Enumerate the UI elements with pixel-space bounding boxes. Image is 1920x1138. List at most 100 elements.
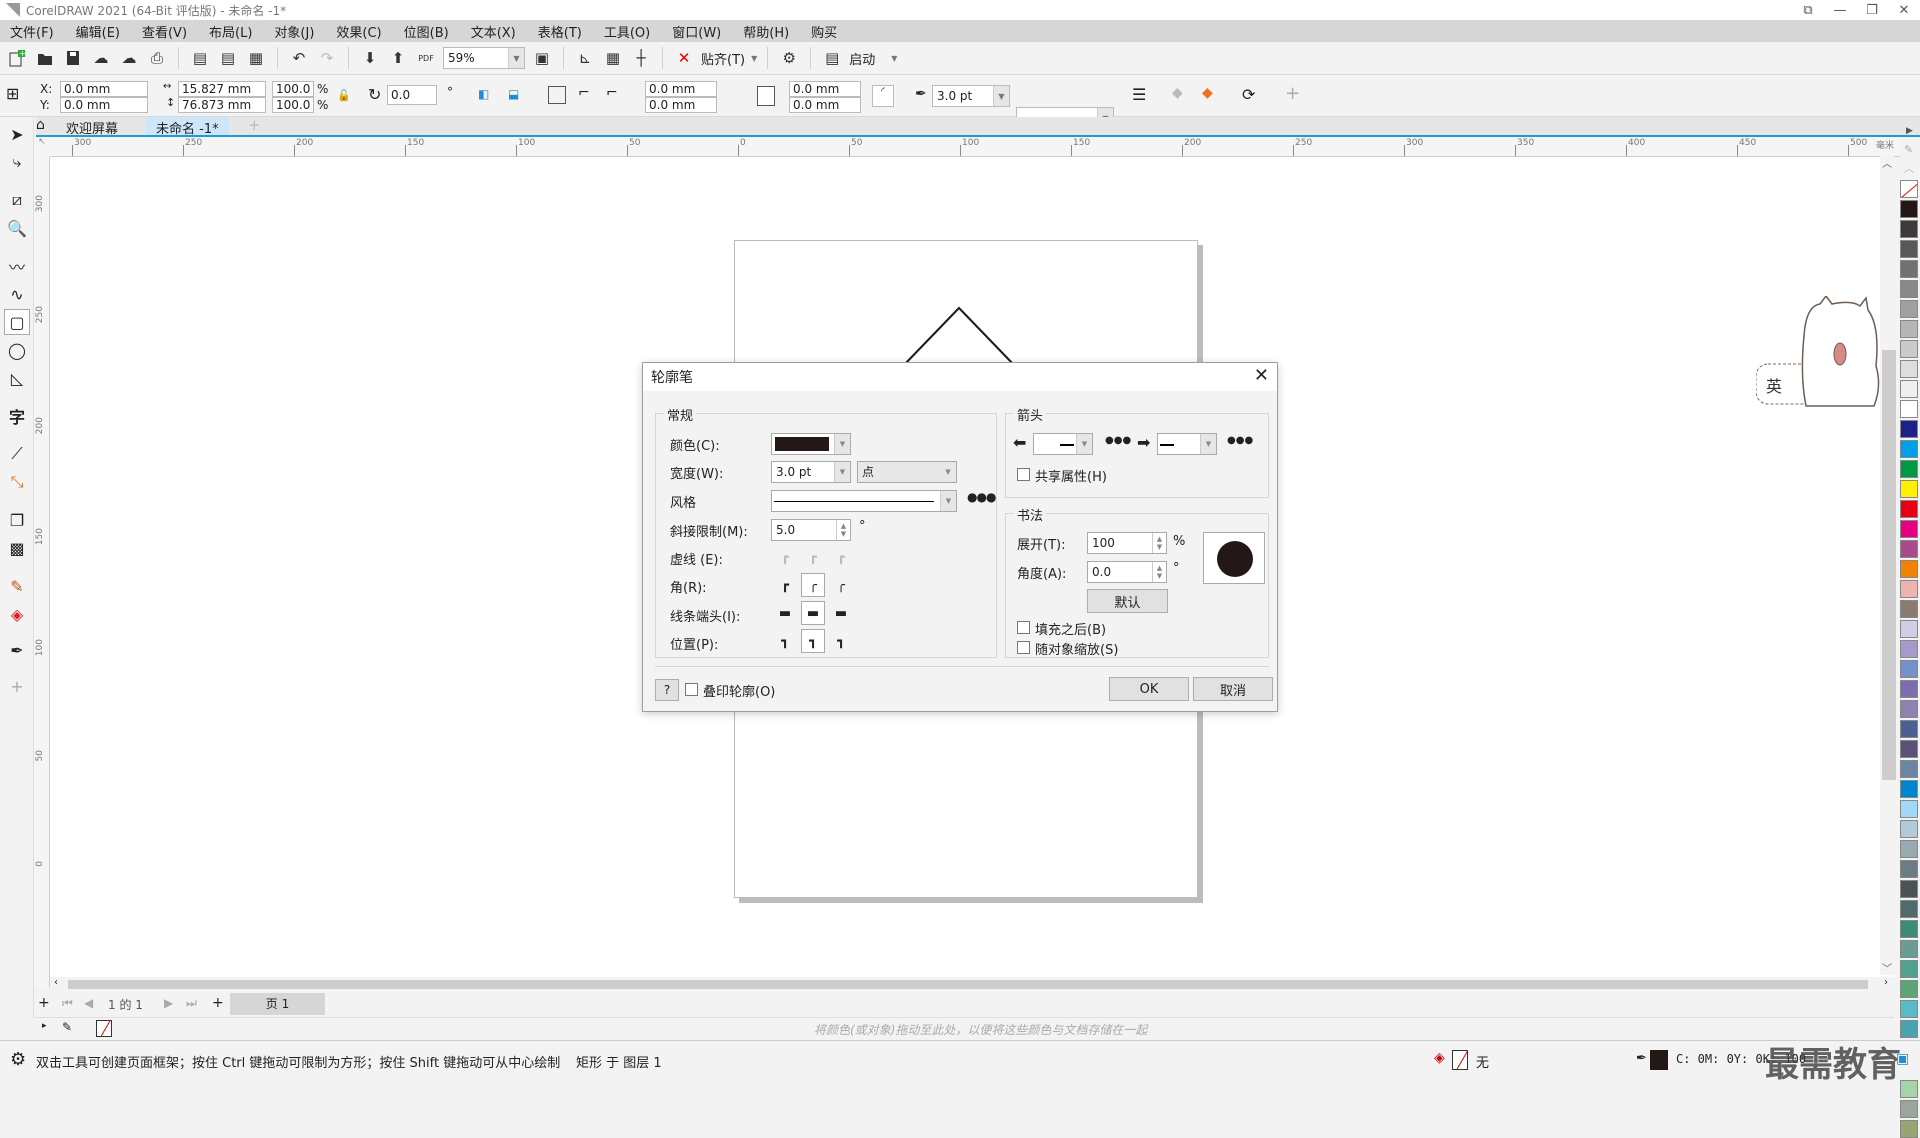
- add-tool-icon[interactable]: +: [4, 673, 30, 699]
- palette-swatch[interactable]: [1900, 320, 1918, 338]
- tab-welcome-screen[interactable]: 欢迎屏幕: [56, 117, 128, 137]
- palette-swatch[interactable]: [1900, 460, 1918, 478]
- chamfered-corner-icon[interactable]: ⌐: [606, 85, 618, 101]
- corner-radius-top-left-input[interactable]: 0.0 mm: [645, 81, 717, 97]
- outline-color-swatch[interactable]: [1650, 1050, 1668, 1070]
- palette-swatch[interactable]: [1900, 640, 1918, 658]
- behind-fill-checkbox[interactable]: [1017, 621, 1030, 634]
- object-width-input[interactable]: 15.827 mm: [178, 81, 266, 97]
- import-icon[interactable]: ⬇: [359, 47, 381, 69]
- eyedropper-icon[interactable]: ✎: [62, 1020, 72, 1034]
- nib-angle-input[interactable]: 0.0 ▲ ▼: [1087, 561, 1167, 583]
- object-height-input[interactable]: 76.873 mm: [178, 97, 266, 113]
- restore-panel-icon[interactable]: ⧉: [1792, 0, 1824, 20]
- print-icon[interactable]: ⎙: [146, 47, 168, 69]
- scrollbar-thumb[interactable]: [1882, 350, 1896, 780]
- relative-corner-scaling-icon[interactable]: ◜: [872, 85, 894, 107]
- convert-to-curves-icon[interactable]: ⟳: [1242, 85, 1255, 104]
- rotation-angle-input[interactable]: 0.0: [387, 85, 437, 105]
- dialog-close-button[interactable]: ✕: [1254, 365, 1269, 386]
- menu-tools[interactable]: 工具(O): [604, 22, 650, 41]
- new-document-icon[interactable]: +: [6, 47, 28, 69]
- palette-swatch[interactable]: [1900, 740, 1918, 758]
- polygon-tool-icon[interactable]: ◺: [4, 365, 30, 391]
- palette-swatch[interactable]: [1900, 380, 1918, 398]
- palette-swatch[interactable]: [1900, 760, 1918, 778]
- center-position-icon[interactable]: ┓: [801, 629, 825, 653]
- nib-shape-preview[interactable]: [1203, 532, 1265, 584]
- prev-page-icon[interactable]: ◀: [84, 996, 93, 1010]
- menu-window[interactable]: 窗口(W): [672, 22, 721, 41]
- chevron-down-icon[interactable]: ▼: [891, 54, 897, 63]
- eyedropper-icon[interactable]: ✎: [4, 573, 30, 599]
- lock-ratio-icon[interactable]: 🔓: [337, 89, 351, 102]
- palette-swatch[interactable]: [1900, 840, 1918, 858]
- scrollbar-thumb[interactable]: [68, 980, 1868, 989]
- bevel-corner-icon[interactable]: ╭: [829, 573, 853, 597]
- ok-button[interactable]: OK: [1109, 677, 1189, 701]
- next-page-icon[interactable]: ▶: [164, 996, 173, 1010]
- palette-swatch[interactable]: [1900, 1020, 1918, 1038]
- line-style-combo[interactable]: ▼: [771, 490, 957, 512]
- palette-swatch[interactable]: [1900, 980, 1918, 998]
- save-icon[interactable]: [62, 47, 84, 69]
- no-fill-swatch[interactable]: [96, 1020, 112, 1037]
- palette-swatch[interactable]: [1900, 300, 1918, 318]
- add-icon[interactable]: +: [1285, 83, 1300, 104]
- inside-position-icon[interactable]: ┓: [829, 629, 853, 653]
- palette-swatch[interactable]: [1900, 940, 1918, 958]
- snap-to-menu[interactable]: 贴齐(T): [701, 49, 745, 68]
- minimize-button[interactable]: —: [1824, 0, 1856, 20]
- palette-swatch[interactable]: [1900, 1080, 1918, 1098]
- menu-help[interactable]: 帮助(H): [743, 22, 789, 41]
- palette-swatch[interactable]: [1900, 220, 1918, 238]
- share-attributes-checkbox[interactable]: [1017, 468, 1030, 481]
- ime-cat-widget[interactable]: 英: [1755, 294, 1886, 411]
- x-position-input[interactable]: 0.0 mm: [60, 81, 148, 97]
- scale-height-input[interactable]: 100.0: [272, 97, 314, 113]
- palette-swatch[interactable]: [1900, 340, 1918, 358]
- add-page-before-icon[interactable]: +: [38, 995, 50, 1011]
- palette-swatch[interactable]: [1900, 700, 1918, 718]
- palette-swatch[interactable]: [1900, 1100, 1918, 1118]
- dash-fixed-icon[interactable]: ┏: [829, 545, 853, 569]
- palette-swatch[interactable]: [1900, 680, 1918, 698]
- palette-swatch[interactable]: [1900, 1000, 1918, 1018]
- scroll-up-icon[interactable]: ︿: [1880, 155, 1894, 170]
- menu-buy[interactable]: 购买: [811, 22, 837, 41]
- palette-flyout-icon[interactable]: ▶: [1906, 126, 1913, 136]
- ruler-origin-icon[interactable]: ↖: [34, 137, 50, 157]
- pdf-icon[interactable]: PDF: [415, 47, 437, 69]
- palette-swatch[interactable]: [1900, 480, 1918, 498]
- palette-swatch[interactable]: [1900, 720, 1918, 738]
- full-screen-icon[interactable]: ▣: [531, 47, 553, 69]
- cut-icon[interactable]: ▤: [189, 47, 211, 69]
- zoom-level-combo[interactable]: 59% ▼: [443, 47, 525, 69]
- palette-swatch[interactable]: [1900, 280, 1918, 298]
- butt-cap-icon[interactable]: ▬: [773, 601, 797, 625]
- redo-icon[interactable]: ↷: [316, 47, 338, 69]
- outline-width-combo[interactable]: 3.0 pt ▼: [932, 85, 1010, 107]
- palette-swatch[interactable]: [1900, 660, 1918, 678]
- default-button[interactable]: 默认: [1087, 589, 1168, 613]
- round-corner-icon[interactable]: ╭: [801, 573, 825, 597]
- palette-swatch[interactable]: [1900, 360, 1918, 378]
- horizontal-scrollbar[interactable]: ‹ ›: [50, 977, 1894, 991]
- help-button[interactable]: ?: [655, 679, 679, 701]
- y-position-input[interactable]: 0.0 mm: [60, 97, 148, 113]
- cloud-upload-icon[interactable]: ☁: [118, 47, 140, 69]
- corner-radius-bottom-left-input[interactable]: 0.0 mm: [645, 97, 717, 113]
- width-unit-combo[interactable]: 点 ▼: [857, 461, 957, 483]
- to-front-icon[interactable]: ◆: [1172, 85, 1183, 101]
- open-folder-icon[interactable]: [34, 47, 56, 69]
- no-color-swatch[interactable]: [1900, 180, 1918, 198]
- menu-table[interactable]: 表格(T): [538, 22, 582, 41]
- export-icon[interactable]: ⬆: [387, 47, 409, 69]
- palette-swatch[interactable]: [1900, 560, 1918, 578]
- menu-object[interactable]: 对象(J): [274, 22, 314, 41]
- copy-icon[interactable]: ▤: [217, 47, 239, 69]
- text-tool-icon[interactable]: 字: [4, 403, 30, 429]
- palette-swatch[interactable]: [1900, 580, 1918, 598]
- launch-icon[interactable]: ▤: [821, 47, 843, 69]
- fill-swatch[interactable]: [1452, 1050, 1468, 1070]
